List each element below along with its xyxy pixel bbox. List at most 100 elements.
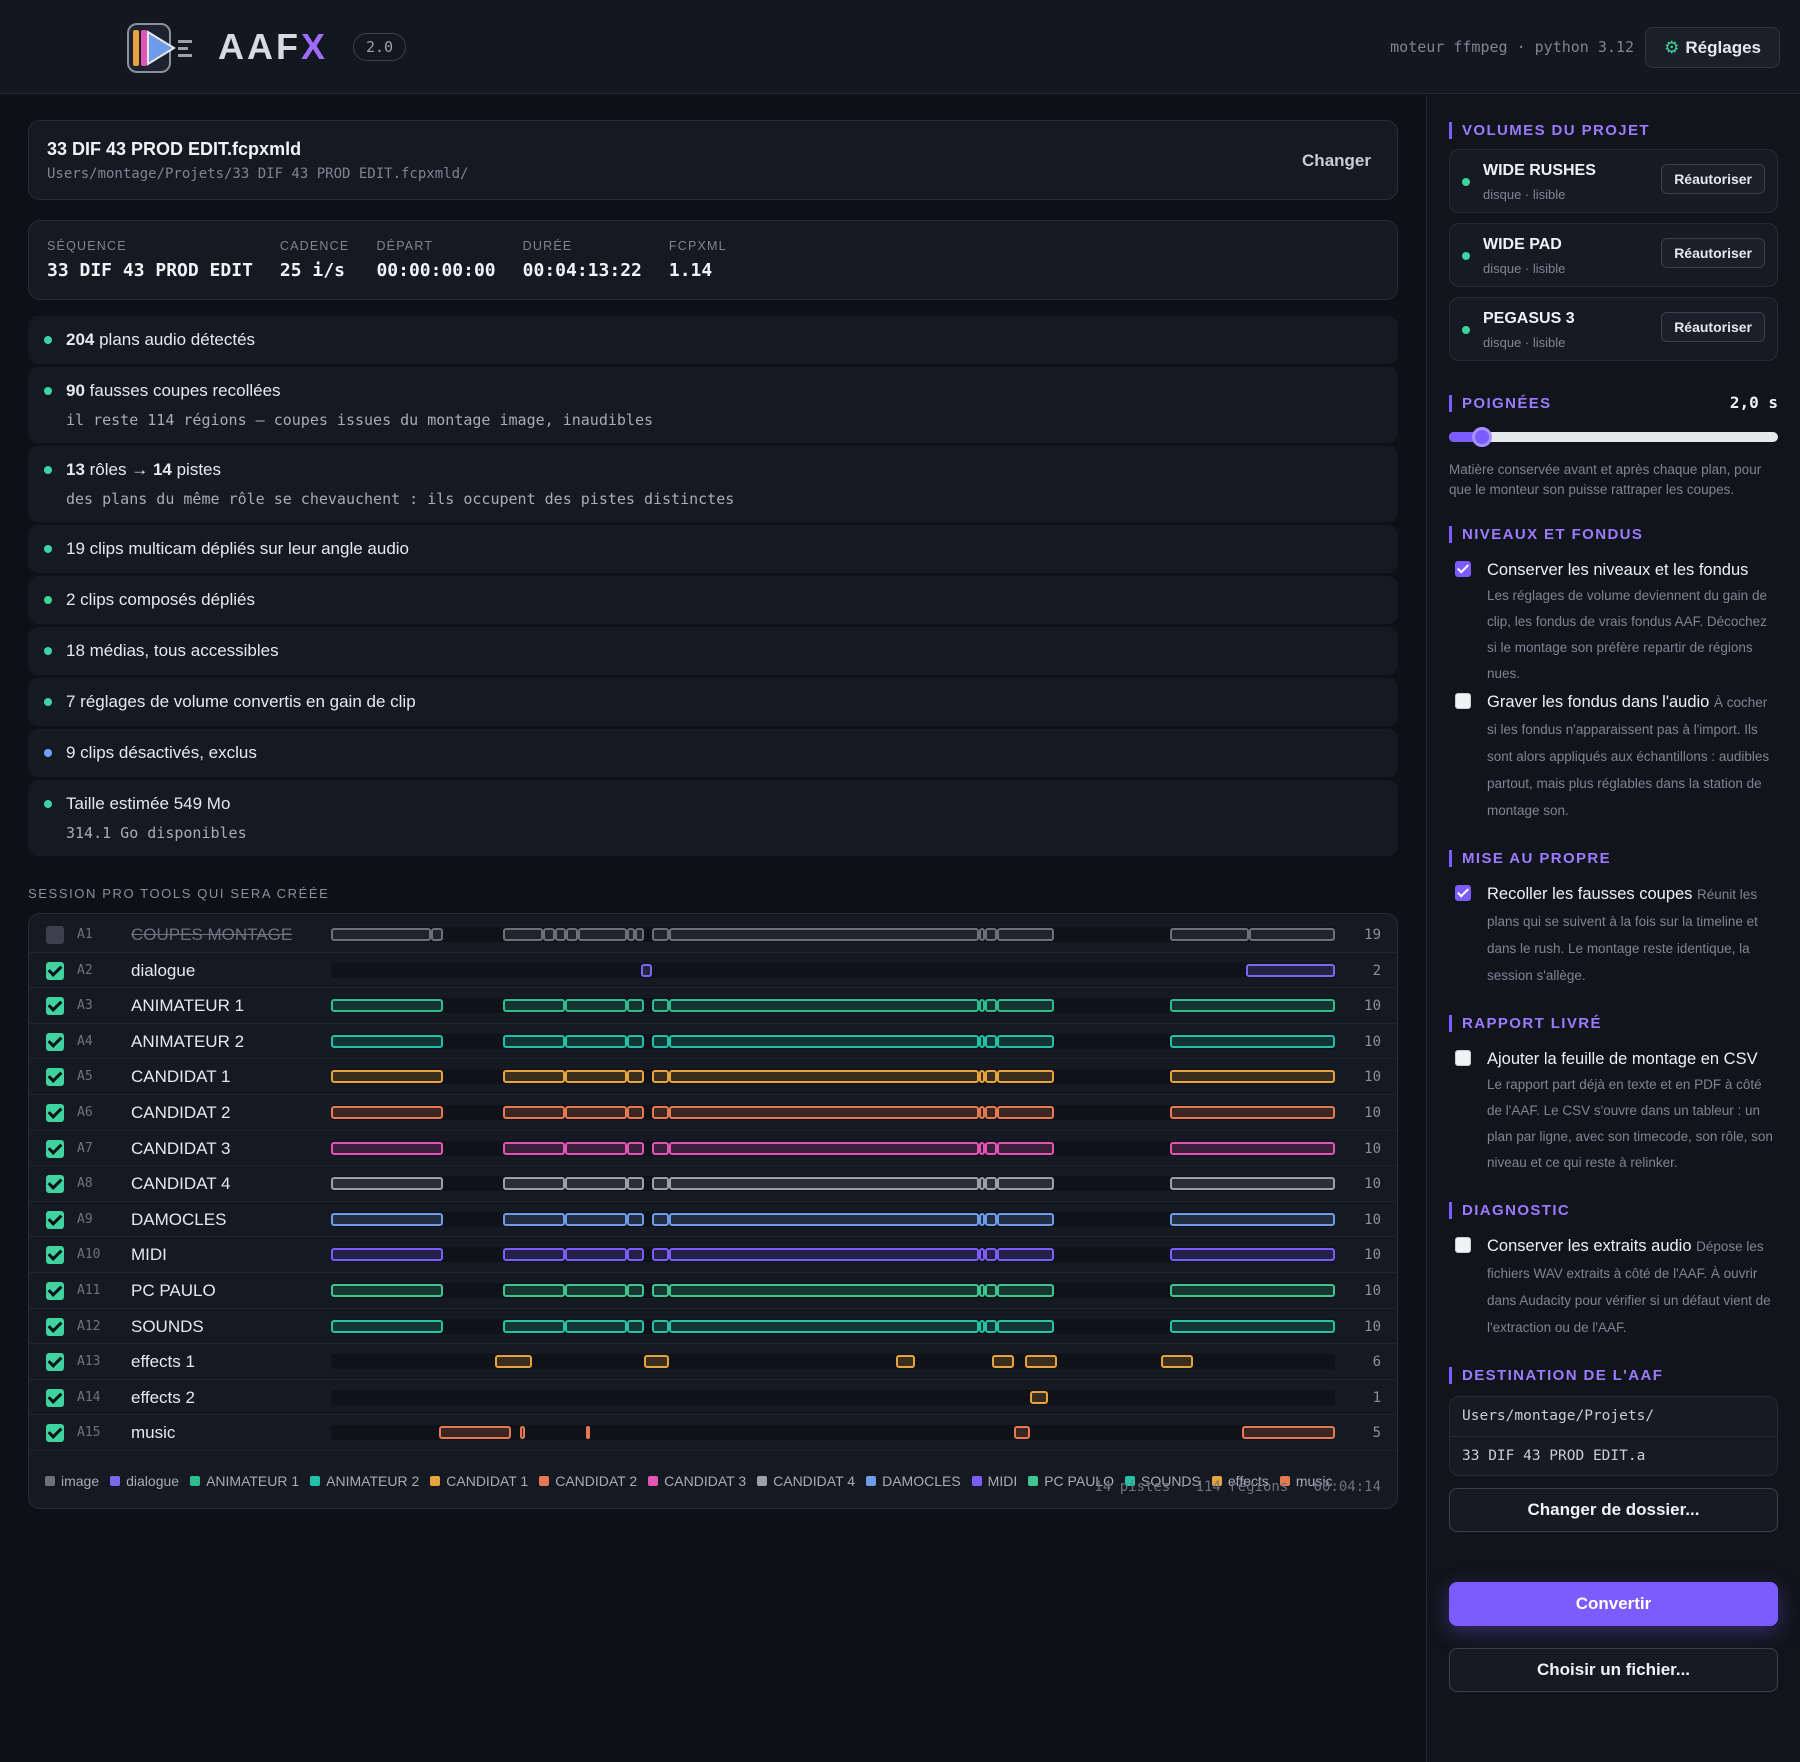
- track-name: dialogue: [131, 960, 196, 980]
- sequence-field-value: 00:04:13:22: [522, 260, 642, 281]
- sequence-field-value: 33 DIF 43 PROD EDIT: [47, 260, 253, 281]
- track-clip: [669, 1105, 980, 1119]
- track-row: A10 MIDI 10: [29, 1237, 1397, 1273]
- slider-knob[interactable]: [1471, 427, 1492, 447]
- track-clip: [627, 1212, 645, 1226]
- check-count: 13: [66, 460, 85, 479]
- sequence-field-value: 25 i/s: [279, 260, 345, 281]
- settings-sidebar: VOLUMES DU PROJET WIDE RUSHES disque · li…: [1426, 95, 1800, 1762]
- volume-name: WIDE RUSHES: [1483, 162, 1596, 179]
- reauthorize-button[interactable]: Réautoriser: [1661, 238, 1765, 268]
- track-clip: [331, 1283, 444, 1297]
- track-checkbox[interactable]: [46, 1317, 64, 1336]
- legend-swatch: [110, 1475, 121, 1486]
- track-lane: [331, 1069, 1335, 1085]
- track-checkbox[interactable]: [46, 1032, 64, 1051]
- sequence-field: DÉPART 00:00:00:00: [376, 239, 495, 281]
- sequence-field-label: FCPXML: [668, 239, 727, 253]
- track-clip: [331, 1248, 444, 1262]
- reauthorize-button[interactable]: Réautoriser: [1661, 312, 1765, 342]
- check-text: Taille estimée 549 Mo: [66, 794, 1380, 814]
- track-lane: [331, 1389, 1335, 1405]
- check-label: Taille estimée 549 Mo: [66, 794, 231, 813]
- track-checkbox[interactable]: [46, 1068, 64, 1087]
- track-clip: [1169, 999, 1335, 1013]
- track-checkbox[interactable]: [46, 926, 64, 944]
- track-checkbox[interactable]: [46, 961, 64, 980]
- track-clip: [985, 1034, 997, 1048]
- track-clip: [543, 928, 555, 941]
- option-csv[interactable]: Ajouter la feuille de montage en CSV Le r…: [1449, 1046, 1778, 1176]
- brand-title: AAFX: [218, 26, 329, 67]
- track-id: A7: [77, 1140, 93, 1156]
- reauthorize-button[interactable]: Réautoriser: [1661, 164, 1765, 194]
- sequence-field: SÉQUENCE 33 DIF 43 PROD EDIT: [47, 239, 253, 281]
- track-clip: [1169, 1141, 1335, 1155]
- track-clip: [503, 1283, 566, 1297]
- checkbox[interactable]: [1455, 1237, 1471, 1253]
- track-region-count: 5: [1372, 1425, 1381, 1442]
- track-clip: [331, 1105, 444, 1119]
- track-clip: [652, 999, 670, 1013]
- handles-slider[interactable]: [1449, 427, 1778, 447]
- track-checkbox[interactable]: [46, 1388, 64, 1407]
- track-region-count: 10: [1364, 1033, 1381, 1050]
- check-item: 90 fausses coupes recollées il reste 114 …: [28, 367, 1398, 443]
- track-clip: [503, 1319, 566, 1333]
- option-glue-cuts[interactable]: Recoller les fausses coupes Réunit les p…: [1449, 881, 1778, 989]
- track-checkbox[interactable]: [46, 1103, 64, 1122]
- track-clip: [1242, 1426, 1335, 1440]
- check-label: plans audio détectés: [94, 330, 256, 349]
- choose-file-button[interactable]: Choisir un fichier...: [1449, 1648, 1778, 1692]
- option-keep-extracts[interactable]: Conserver les extraits audio Dépose les …: [1449, 1233, 1778, 1341]
- track-clip: [565, 1177, 628, 1191]
- option-levels[interactable]: Conserver les niveaux et les fondus Les r…: [1449, 557, 1778, 687]
- legend-label: CANDIDAT 3: [664, 1472, 747, 1489]
- track-clip: [652, 928, 670, 941]
- track-clip: [627, 1070, 645, 1084]
- track-checkbox[interactable]: [46, 1281, 64, 1300]
- track-clip: [627, 1319, 645, 1333]
- track-checkbox[interactable]: [46, 1424, 64, 1443]
- track-checkbox[interactable]: [46, 1210, 64, 1229]
- option-desc: Les réglages de volume deviennent du gai…: [1487, 588, 1767, 681]
- legend-swatch: [757, 1475, 768, 1486]
- track-region-count: 10: [1364, 1140, 1381, 1157]
- destination-file[interactable]: 33 DIF 43 PROD EDIT.a: [1450, 1436, 1777, 1475]
- option-burn-fades[interactable]: Graver les fondus dans l'audio À cocher …: [1449, 689, 1778, 824]
- track-checkbox[interactable]: [46, 1139, 64, 1158]
- track-checkbox[interactable]: [46, 1353, 64, 1372]
- track-clip: [669, 1141, 980, 1155]
- track-id: A4: [77, 1033, 93, 1049]
- legend-item: CANDIDAT 2: [539, 1463, 637, 1500]
- change-file-button[interactable]: Changer: [1302, 151, 1371, 171]
- track-id: A9: [77, 1211, 93, 1227]
- track-clip: [627, 1248, 645, 1262]
- track-checkbox[interactable]: [46, 1175, 64, 1194]
- convert-button[interactable]: Convertir: [1449, 1582, 1778, 1626]
- session-summary: 14 pistes · 114 régions · 00:04:14: [1094, 1478, 1381, 1495]
- checkbox[interactable]: [1455, 885, 1471, 901]
- checkbox[interactable]: [1455, 561, 1471, 577]
- checkbox[interactable]: [1455, 1050, 1471, 1066]
- track-clip: [996, 1034, 1054, 1048]
- track-clip: [565, 1034, 628, 1048]
- legend-swatch: [648, 1475, 659, 1486]
- track-checkbox[interactable]: [46, 1246, 64, 1265]
- track-lane: [331, 1318, 1335, 1334]
- track-region-count: 2: [1372, 962, 1381, 979]
- track-clip: [652, 1212, 670, 1226]
- track-clip: [585, 1426, 591, 1440]
- checkbox[interactable]: [1455, 693, 1471, 709]
- track-clip: [565, 1319, 628, 1333]
- track-clip: [1169, 1105, 1335, 1119]
- change-folder-button[interactable]: Changer de dossier...: [1449, 1488, 1778, 1532]
- sequence-field: FCPXML 1.14: [669, 239, 727, 281]
- settings-button[interactable]: ⚙ Réglages: [1645, 27, 1780, 68]
- track-clip: [985, 999, 997, 1013]
- check-label: pistes: [171, 460, 222, 479]
- track-checkbox[interactable]: [46, 997, 64, 1016]
- track-region-count: 19: [1364, 927, 1381, 943]
- track-clip: [985, 1319, 997, 1333]
- track-lane: [331, 998, 1335, 1014]
